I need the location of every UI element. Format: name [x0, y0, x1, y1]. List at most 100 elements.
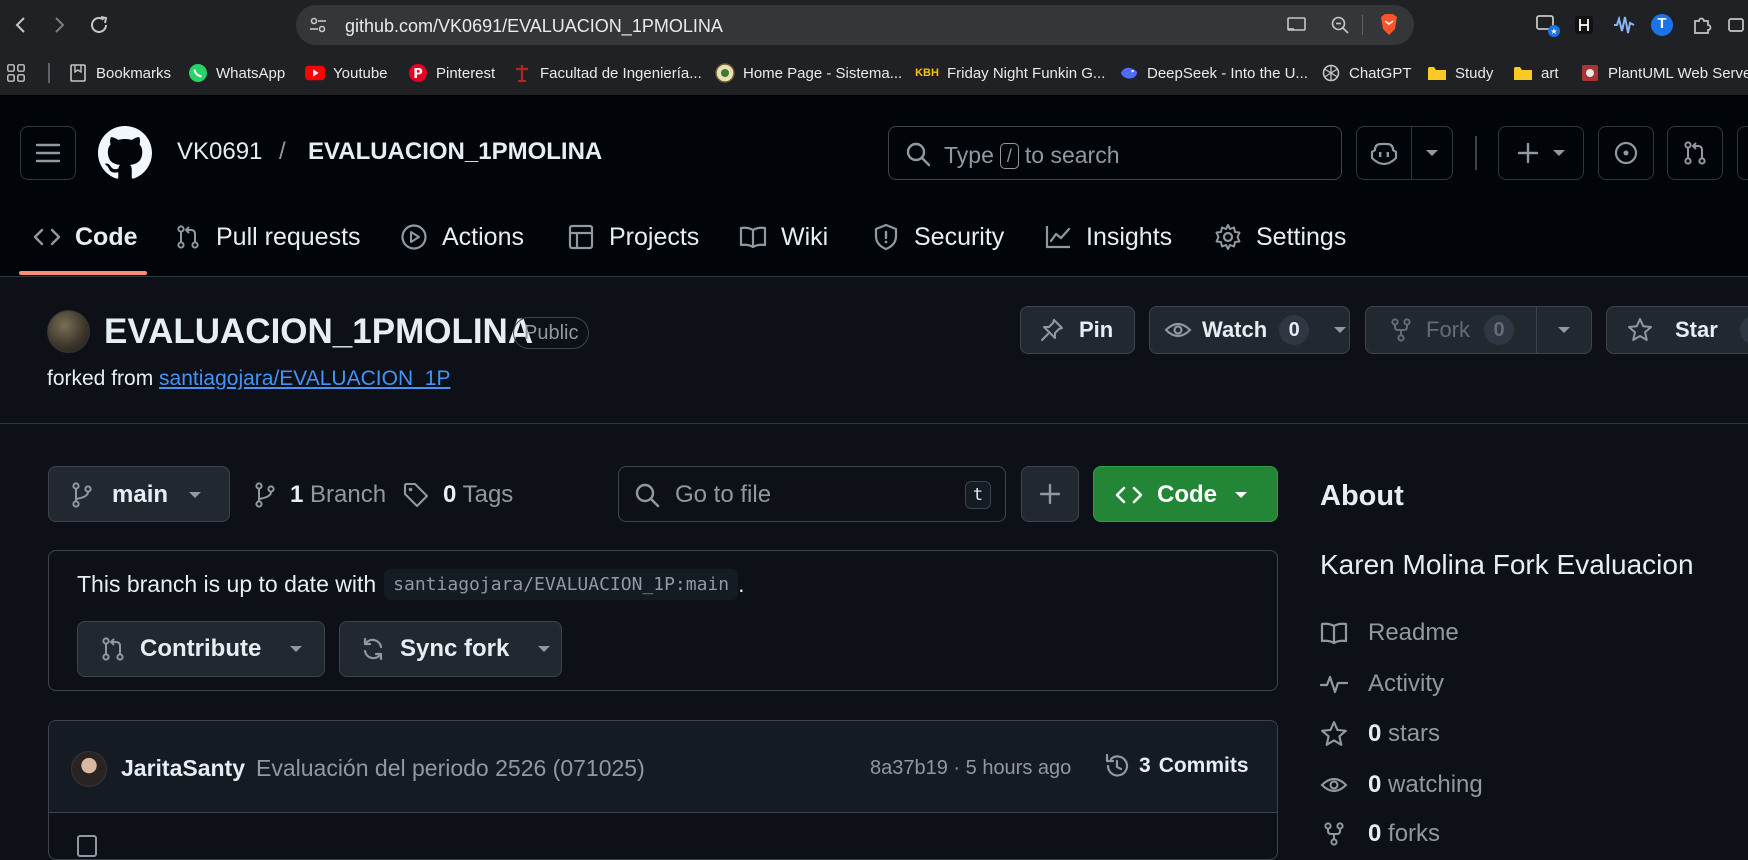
bookmark-item[interactable]: PlantUML Web Server	[1580, 62, 1748, 84]
eye-icon	[1164, 322, 1192, 338]
bookmark-label: DeepSeek - Into the U...	[1147, 64, 1308, 82]
bookmark-item[interactable]: Facultad de Ingeniería...	[512, 62, 702, 84]
bookmark-item[interactable]: Youtube	[305, 62, 388, 84]
tab-manager-icon[interactable]: ★	[1534, 11, 1562, 39]
sync-fork-button[interactable]: Sync fork	[339, 621, 562, 677]
bookmark-item[interactable]: Home Page - Sistema...	[715, 62, 902, 84]
site-settings-icon[interactable]	[308, 15, 328, 35]
url-text[interactable]: github.com/VK0691/EVALUACION_1PMOLINA	[345, 16, 723, 37]
code-dropdown-button[interactable]: Code	[1093, 466, 1278, 522]
tab-settings[interactable]: Settings	[1214, 220, 1346, 254]
forked-from-link[interactable]: santiagojara/EVALUACION_1P	[159, 367, 450, 390]
forks-link[interactable]: 0 forks	[1320, 819, 1440, 849]
owner-avatar[interactable]	[47, 310, 90, 353]
readme-link[interactable]: Readme	[1320, 618, 1459, 648]
extension-t-icon[interactable]: T	[1648, 11, 1676, 39]
pull-request-icon	[102, 637, 124, 661]
tab-pull-requests[interactable]: Pull requests	[174, 220, 361, 254]
reload-button[interactable]	[84, 10, 114, 40]
tab-actions[interactable]: Actions	[400, 220, 524, 254]
fork-button[interactable]: Fork 0	[1365, 306, 1537, 354]
branch-selector-button[interactable]: main	[48, 466, 230, 522]
plus-icon	[1039, 483, 1061, 505]
bookmark-label: Youtube	[333, 64, 388, 82]
bookmark-item[interactable]: Bookmarks	[68, 62, 171, 84]
tab-label: Code	[75, 222, 138, 251]
forward-button[interactable]	[44, 10, 74, 40]
breadcrumb-repo[interactable]: EVALUACION_1PMOLINA	[308, 138, 602, 166]
bookmark-item[interactable]: DeepSeek - Into the U...	[1119, 62, 1308, 84]
bookmark-item[interactable]: WhatsApp	[188, 62, 285, 84]
pull-requests-button[interactable]	[1667, 126, 1723, 180]
fork-label: Fork	[1426, 317, 1470, 342]
commit-message[interactable]: Evaluación del periodo 2526 (071025)	[256, 755, 645, 782]
breadcrumb-owner[interactable]: VK0691	[177, 138, 262, 166]
back-button[interactable]	[6, 10, 36, 40]
brave-shields-icon[interactable]	[1378, 13, 1400, 37]
commit-author-avatar[interactable]	[71, 751, 107, 787]
chevron-down-icon	[290, 646, 303, 652]
pull-request-icon	[1684, 141, 1706, 165]
copilot-button[interactable]	[1356, 126, 1412, 180]
watch-label: Watch	[1202, 317, 1268, 342]
forked-from: forked from santiagojara/EVALUACION_1P	[47, 367, 450, 391]
tags-link[interactable]: 0 Tags	[403, 480, 513, 510]
bookmark-item[interactable]: KBH Friday Night Funkin G...	[915, 62, 1105, 84]
commit-author[interactable]: JaritaSanty	[121, 755, 245, 782]
github-logo-icon[interactable]	[98, 126, 152, 180]
issues-button[interactable]	[1598, 126, 1654, 180]
commit-meta[interactable]: 8a37b19 · 5 hours ago	[870, 757, 1071, 780]
bookmark-item[interactable]: ChatGPT	[1321, 62, 1412, 84]
copilot-dropdown-button[interactable]	[1411, 126, 1453, 180]
bookmark-label: Study	[1455, 64, 1494, 82]
branches-link[interactable]: 1 Branch	[254, 480, 386, 510]
activity-label: Activity	[1368, 670, 1445, 697]
faculty-icon	[512, 63, 532, 83]
browser-menu-icon[interactable]	[1722, 11, 1748, 39]
bookmarks-icon	[68, 63, 88, 83]
apps-grid-button[interactable]	[6, 62, 26, 84]
go-to-file-input[interactable]: Go to file t	[618, 466, 1006, 522]
menu-button[interactable]	[20, 126, 76, 180]
bookmark-item[interactable]: Study	[1427, 62, 1493, 84]
watching-count: 0	[1368, 771, 1382, 798]
tab-wiki[interactable]: Wiki	[739, 220, 828, 254]
watching-link[interactable]: 0 watching	[1320, 770, 1483, 800]
tab-insights[interactable]: Insights	[1044, 220, 1172, 254]
stars-link[interactable]: 0 stars	[1320, 719, 1440, 749]
contribute-button[interactable]: Contribute	[77, 621, 325, 677]
bookmark-item[interactable]: art	[1513, 62, 1559, 84]
bookmark-label: art	[1541, 64, 1559, 82]
star-button[interactable]: Star 0	[1606, 306, 1748, 354]
stars-label: stars	[1388, 720, 1441, 747]
plus-icon	[1517, 142, 1539, 164]
whatsapp-icon	[188, 63, 208, 83]
fork-dropdown-button[interactable]	[1536, 306, 1592, 354]
pinterest-icon: P	[408, 63, 428, 83]
bookmark-item[interactable]: P Pinterest	[408, 62, 495, 84]
extension-h-icon[interactable]	[1570, 11, 1598, 39]
add-file-button[interactable]	[1021, 466, 1079, 522]
tab-code[interactable]: Code	[33, 220, 138, 254]
commits-history-link[interactable]: 3 Commits	[1103, 751, 1249, 781]
tab-security[interactable]: Security	[872, 220, 1004, 254]
zoom-icon[interactable]	[1330, 15, 1350, 35]
watch-button[interactable]: Watch 0	[1149, 306, 1350, 354]
bookmark-label: WhatsApp	[216, 64, 286, 82]
pin-button[interactable]: Pin	[1020, 306, 1135, 354]
global-search-input[interactable]: Type / to search	[888, 126, 1342, 180]
address-bar[interactable]: github.com/VK0691/EVALUACION_1PMOLINA	[296, 5, 1414, 45]
create-new-button[interactable]	[1498, 126, 1584, 180]
audio-wave-icon[interactable]	[1610, 11, 1638, 39]
extensions-puzzle-icon[interactable]	[1688, 11, 1716, 39]
activity-link[interactable]: Activity	[1320, 669, 1444, 699]
tab-projects[interactable]: Projects	[567, 220, 699, 254]
stars-count: 0	[1368, 720, 1382, 747]
code-icon	[33, 223, 61, 251]
sync-icon	[363, 637, 383, 661]
watch-count: 0	[1279, 315, 1310, 345]
forks-label: forks	[1388, 820, 1441, 847]
branch-count-label: Branch	[310, 481, 387, 508]
inbox-button[interactable]	[1737, 126, 1748, 180]
cast-icon[interactable]	[1286, 15, 1308, 35]
